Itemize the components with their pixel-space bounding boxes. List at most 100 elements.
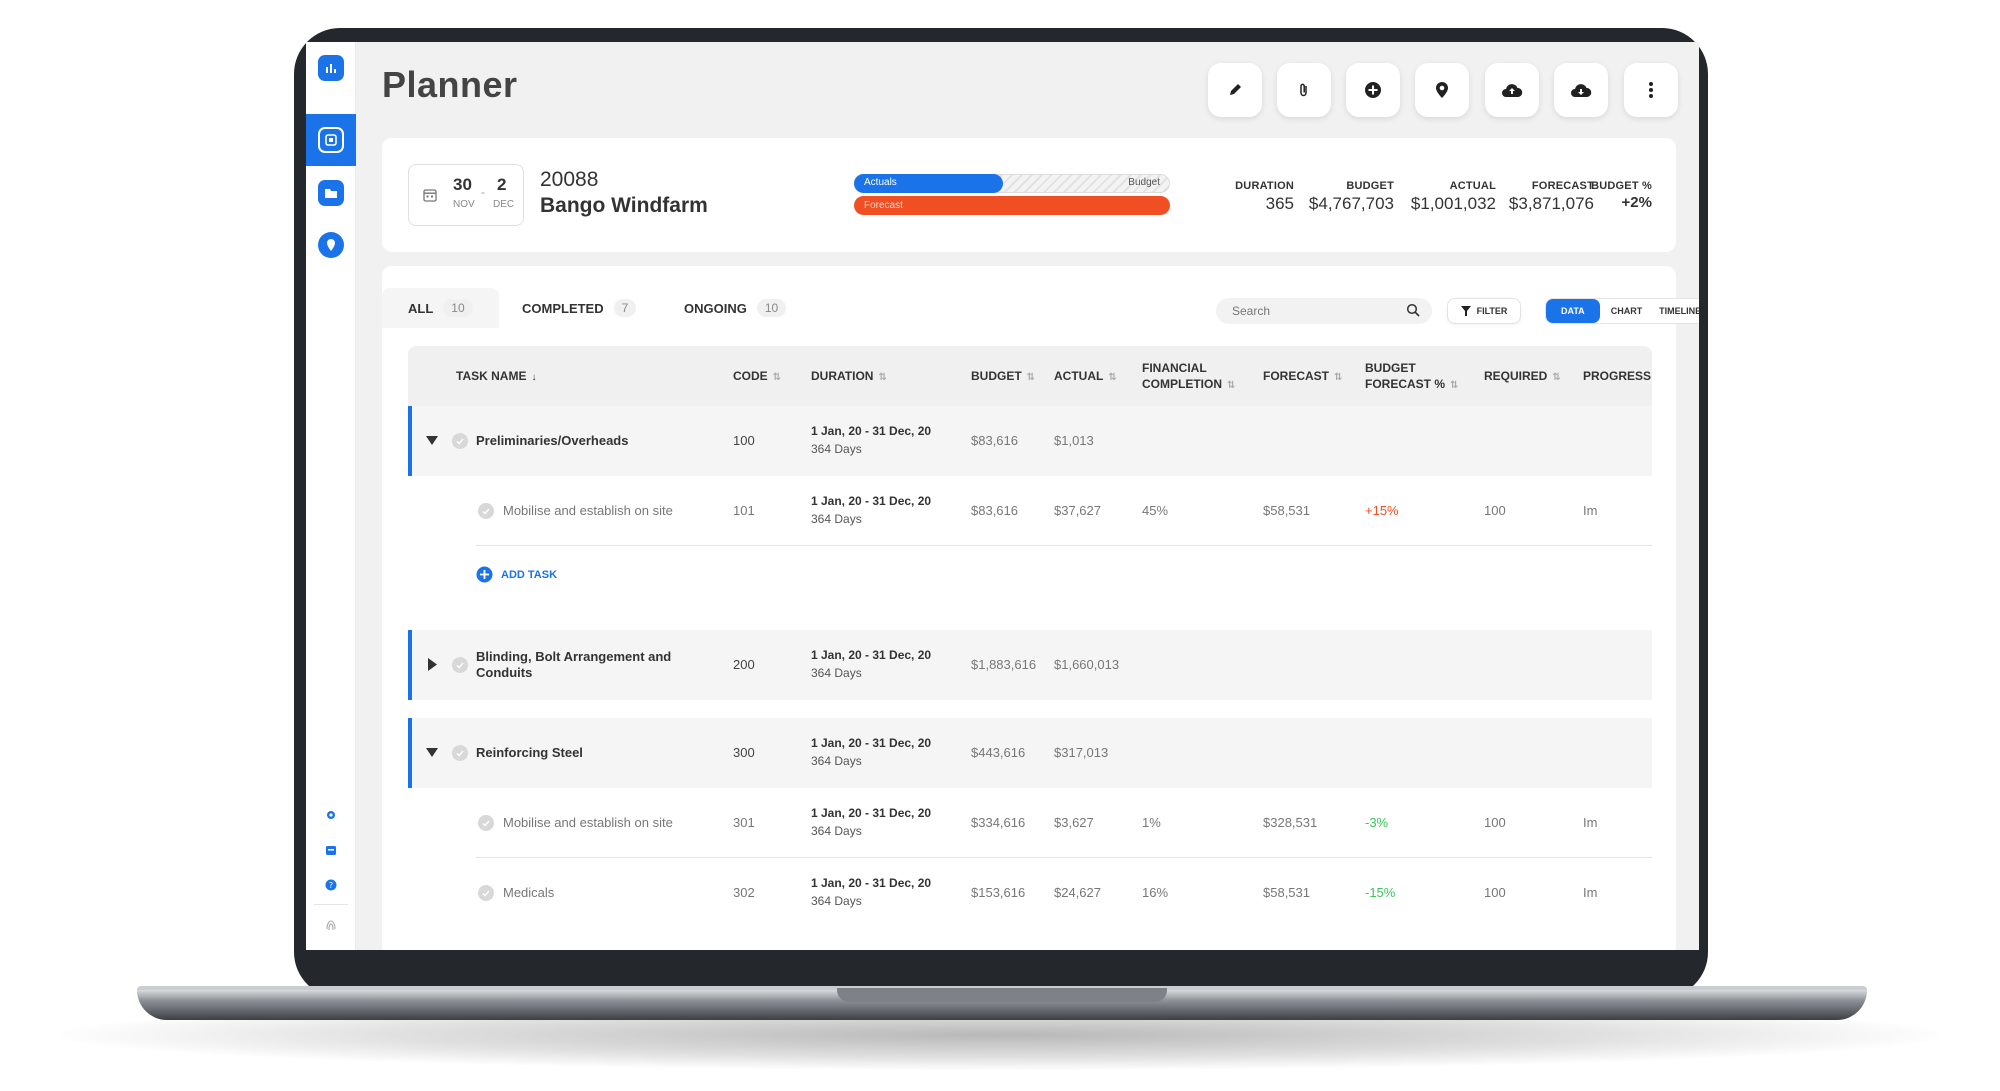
view-timeline-button[interactable]: TIMELINE <box>1653 299 1699 323</box>
date-range-picker[interactable]: 30 NOV - 2 DEC <box>408 164 524 226</box>
upload-icon <box>1502 84 1523 97</box>
sort-icon: ⇅ <box>1450 380 1459 391</box>
task-code: 100 <box>733 433 755 448</box>
pin-button[interactable] <box>1415 63 1469 117</box>
tab-completed[interactable]: COMPLETED 7 <box>522 288 637 328</box>
stat-label: BUDGET <box>1346 180 1394 192</box>
help-icon[interactable]: ? <box>324 878 338 892</box>
view-chart-button[interactable]: CHART <box>1600 299 1654 323</box>
collapse-caret-icon[interactable] <box>426 748 438 757</box>
attach-icon <box>1300 83 1307 97</box>
filter-label: FILTER <box>1476 306 1508 316</box>
tab-label: ALL <box>408 300 434 316</box>
stat-value: $3,871,076 <box>1508 194 1594 213</box>
check-icon[interactable] <box>478 815 494 831</box>
col-duration[interactable]: DURATION ⇅ <box>811 368 887 386</box>
add-button[interactable] <box>1346 63 1400 117</box>
col-label: REQUIRED <box>1484 369 1548 383</box>
task-duration-range: 1 Jan, 20 - 31 Dec, 20 <box>811 806 932 820</box>
stat-duration: DURATION 365 <box>1235 180 1294 214</box>
col-forecast[interactable]: FORECAST ⇅ <box>1263 368 1342 386</box>
check-icon[interactable] <box>452 433 468 449</box>
task-code: 302 <box>733 885 755 900</box>
table-row[interactable]: Blinding, Bolt Arrangement and Conduits 2… <box>408 630 1652 700</box>
laptop-notch <box>837 988 1167 1002</box>
download-icon <box>1571 84 1592 97</box>
app-screen: ? Planner 30 NOV - 2 DEC 20088 Bango Win… <box>306 42 1699 950</box>
search-icon <box>1406 303 1420 317</box>
col-financial-completion[interactable]: FINANCIAL COMPLETION ⇅ <box>1142 360 1235 394</box>
folder-icon[interactable] <box>318 180 344 206</box>
sort-icon: ⇅ <box>1026 372 1036 383</box>
pin-icon <box>1436 82 1448 98</box>
col-label: BUDGET <box>1365 361 1416 375</box>
task-required: 100 <box>1484 815 1506 830</box>
task-progress: Im <box>1583 815 1598 830</box>
location-icon[interactable] <box>318 232 344 258</box>
project-name: Bango Windfarm <box>540 194 708 217</box>
view-data-button[interactable]: DATA <box>1546 299 1600 323</box>
upload-button[interactable] <box>1485 63 1539 117</box>
add-icon <box>1365 82 1381 98</box>
sort-icon: ⇅ <box>772 372 782 383</box>
col-progress[interactable]: PROGRESS <box>1583 368 1651 384</box>
task-name-line: Blinding, Bolt Arrangement and <box>476 649 672 664</box>
task-required: 100 <box>1484 503 1506 518</box>
check-icon[interactable] <box>478 885 494 901</box>
task-forecast: $58,531 <box>1263 885 1310 900</box>
col-label: TASK NAME <box>456 369 527 383</box>
attach-button[interactable] <box>1277 63 1331 117</box>
search-placeholder: Search <box>1232 304 1271 318</box>
col-label: FORECAST <box>1263 369 1329 383</box>
project-code: 20088 <box>540 168 599 191</box>
group-accent <box>408 406 412 476</box>
tab-all[interactable]: ALL 10 <box>382 288 499 328</box>
task-actual: $24,627 <box>1054 885 1101 900</box>
stat-value: $1,001,032 <box>1410 194 1496 213</box>
col-label: COMPLETION <box>1142 377 1222 391</box>
tab-count: 7 <box>613 299 637 317</box>
table-row[interactable]: Medicals 302 1 Jan, 20 - 31 Dec, 20 364 … <box>408 858 1652 928</box>
task-progress: Im <box>1583 885 1598 900</box>
col-budget[interactable]: BUDGET ⇅ <box>971 368 1035 386</box>
check-icon[interactable] <box>452 745 468 761</box>
stat-label: ACTUAL <box>1449 180 1496 192</box>
col-code[interactable]: CODE ⇅ <box>733 368 781 386</box>
collapse-caret-icon[interactable] <box>426 436 438 445</box>
table-row[interactable]: Mobilise and establish on site 101 1 Jan… <box>408 476 1652 546</box>
edit-button[interactable] <box>1208 63 1262 117</box>
col-label: BUDGET <box>971 369 1022 383</box>
task-duration-days: 364 Days <box>811 894 862 908</box>
task-budget: $153,616 <box>971 885 1026 900</box>
table-row[interactable]: Preliminaries/Overheads 100 1 Jan, 20 - … <box>408 406 1652 476</box>
archive-icon[interactable] <box>324 843 338 857</box>
download-button[interactable] <box>1554 63 1608 117</box>
fingerprint-icon[interactable] <box>324 918 338 932</box>
col-actual[interactable]: ACTUAL ⇅ <box>1054 368 1117 386</box>
task-budget-forecast: -15% <box>1365 885 1396 900</box>
settings-icon[interactable] <box>324 808 338 822</box>
view-toggle: DATA CHART TIMELINE <box>1545 298 1699 324</box>
sidebar-item-dashboard[interactable] <box>306 114 356 166</box>
expand-caret-icon[interactable] <box>428 658 437 671</box>
table-row[interactable]: Reinforcing Steel 300 1 Jan, 20 - 31 Dec… <box>408 718 1652 788</box>
sort-icon: ⇅ <box>1552 372 1561 383</box>
filter-button[interactable]: FILTER <box>1447 298 1521 324</box>
calendar-icon <box>423 189 437 202</box>
start-day: 30 <box>453 175 472 194</box>
check-icon[interactable] <box>478 503 494 519</box>
more-button[interactable] <box>1624 63 1678 117</box>
task-budget: $334,616 <box>971 815 1026 830</box>
col-label: DURATION <box>811 369 874 383</box>
col-task-name[interactable]: TASK NAME ↓ <box>456 368 536 386</box>
chart-icon[interactable] <box>318 55 344 81</box>
search-input[interactable]: Search <box>1216 298 1432 324</box>
col-required[interactable]: REQUIRED ⇅ <box>1484 368 1561 386</box>
check-icon[interactable] <box>452 657 468 673</box>
task-budget: $83,616 <box>971 503 1018 518</box>
table-row[interactable]: Mobilise and establish on site 301 1 Jan… <box>408 788 1652 858</box>
group-accent <box>408 718 412 788</box>
add-task-button[interactable]: ADD TASK <box>476 566 557 583</box>
tab-ongoing[interactable]: ONGOING 10 <box>684 288 787 328</box>
col-budget-forecast[interactable]: BUDGET FORECAST % ⇅ <box>1365 360 1458 394</box>
